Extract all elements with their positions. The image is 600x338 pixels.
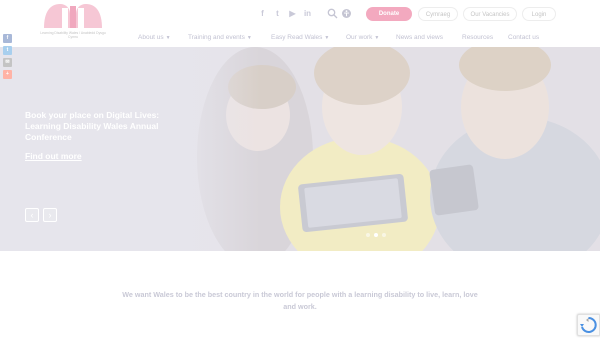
- recaptcha-icon: [580, 316, 597, 333]
- hero-title: Book your place on Digital Lives: Learni…: [25, 110, 160, 142]
- login-link[interactable]: Login: [522, 7, 556, 21]
- nav-resources[interactable]: Resources: [462, 32, 493, 44]
- slider-dot-active[interactable]: [374, 233, 378, 237]
- nav-label: Easy Read Wales: [271, 34, 323, 41]
- logo-text: Learning Disability Wales / Anabledd Dys…: [40, 31, 106, 39]
- slider-dots: [366, 233, 386, 237]
- cymraeg-link[interactable]: Cymraeg: [418, 7, 458, 21]
- twitter-icon[interactable]: t: [3, 46, 12, 55]
- nav-easy-read-wales[interactable]: Easy Read Wales ▼: [271, 32, 329, 44]
- chevron-down-icon: ▼: [246, 35, 252, 41]
- hero-slider: Book your place on Digital Lives: Learni…: [0, 47, 600, 251]
- accessibility-icon[interactable]: [341, 8, 352, 19]
- find-out-more-link[interactable]: Find out more: [25, 151, 82, 162]
- page: Learning Disability Wales / Anabledd Dys…: [0, 0, 600, 338]
- nav-about-us[interactable]: About us ▼: [138, 32, 171, 44]
- share-bar: f t ✉ +: [3, 34, 13, 82]
- nav-our-work[interactable]: Our work ▼: [346, 32, 379, 44]
- hero-overlay: [0, 47, 260, 251]
- slider-dot[interactable]: [366, 233, 370, 237]
- search-icon[interactable]: [327, 8, 338, 19]
- facebook-icon[interactable]: f: [3, 34, 12, 43]
- linkedin-icon[interactable]: in: [302, 8, 313, 19]
- nav-label: About us: [138, 34, 164, 41]
- twitter-icon[interactable]: t: [272, 8, 283, 19]
- email-icon[interactable]: ✉: [3, 58, 12, 67]
- chevron-down-icon: ▼: [165, 35, 171, 41]
- nav-contact-us[interactable]: Contact us: [508, 32, 539, 44]
- logo-mark-icon: [44, 4, 102, 28]
- nav-training-events[interactable]: Training and events ▼: [188, 32, 252, 44]
- slider-next-button[interactable]: ›: [43, 208, 57, 222]
- recaptcha-badge[interactable]: [577, 314, 600, 336]
- share-plus-icon[interactable]: +: [3, 70, 12, 79]
- mission-statement: We want Wales to be the best country in …: [122, 290, 478, 311]
- site-header: Learning Disability Wales / Anabledd Dys…: [0, 0, 600, 47]
- donate-button[interactable]: Donate: [366, 7, 412, 21]
- chevron-down-icon: ▼: [324, 35, 330, 41]
- slider-prev-button[interactable]: ‹: [25, 208, 39, 222]
- youtube-icon[interactable]: ▶: [287, 8, 298, 19]
- site-logo[interactable]: Learning Disability Wales / Anabledd Dys…: [38, 2, 108, 44]
- nav-label: Our work: [346, 34, 373, 41]
- nav-label: Training and events: [188, 34, 245, 41]
- vacancies-link[interactable]: Our Vacancies: [463, 7, 517, 21]
- facebook-icon[interactable]: f: [257, 8, 268, 19]
- main-nav: About us ▼ Training and events ▼ Easy Read…: [138, 32, 548, 44]
- nav-label: Resources: [462, 34, 494, 41]
- nav-label: Contact us: [508, 34, 540, 41]
- slider-dot[interactable]: [382, 233, 386, 237]
- nav-news-views[interactable]: News and views: [396, 32, 443, 44]
- chevron-down-icon: ▼: [374, 35, 380, 41]
- social-links: f t ▶ in: [257, 8, 313, 19]
- nav-label: News and views: [396, 34, 443, 41]
